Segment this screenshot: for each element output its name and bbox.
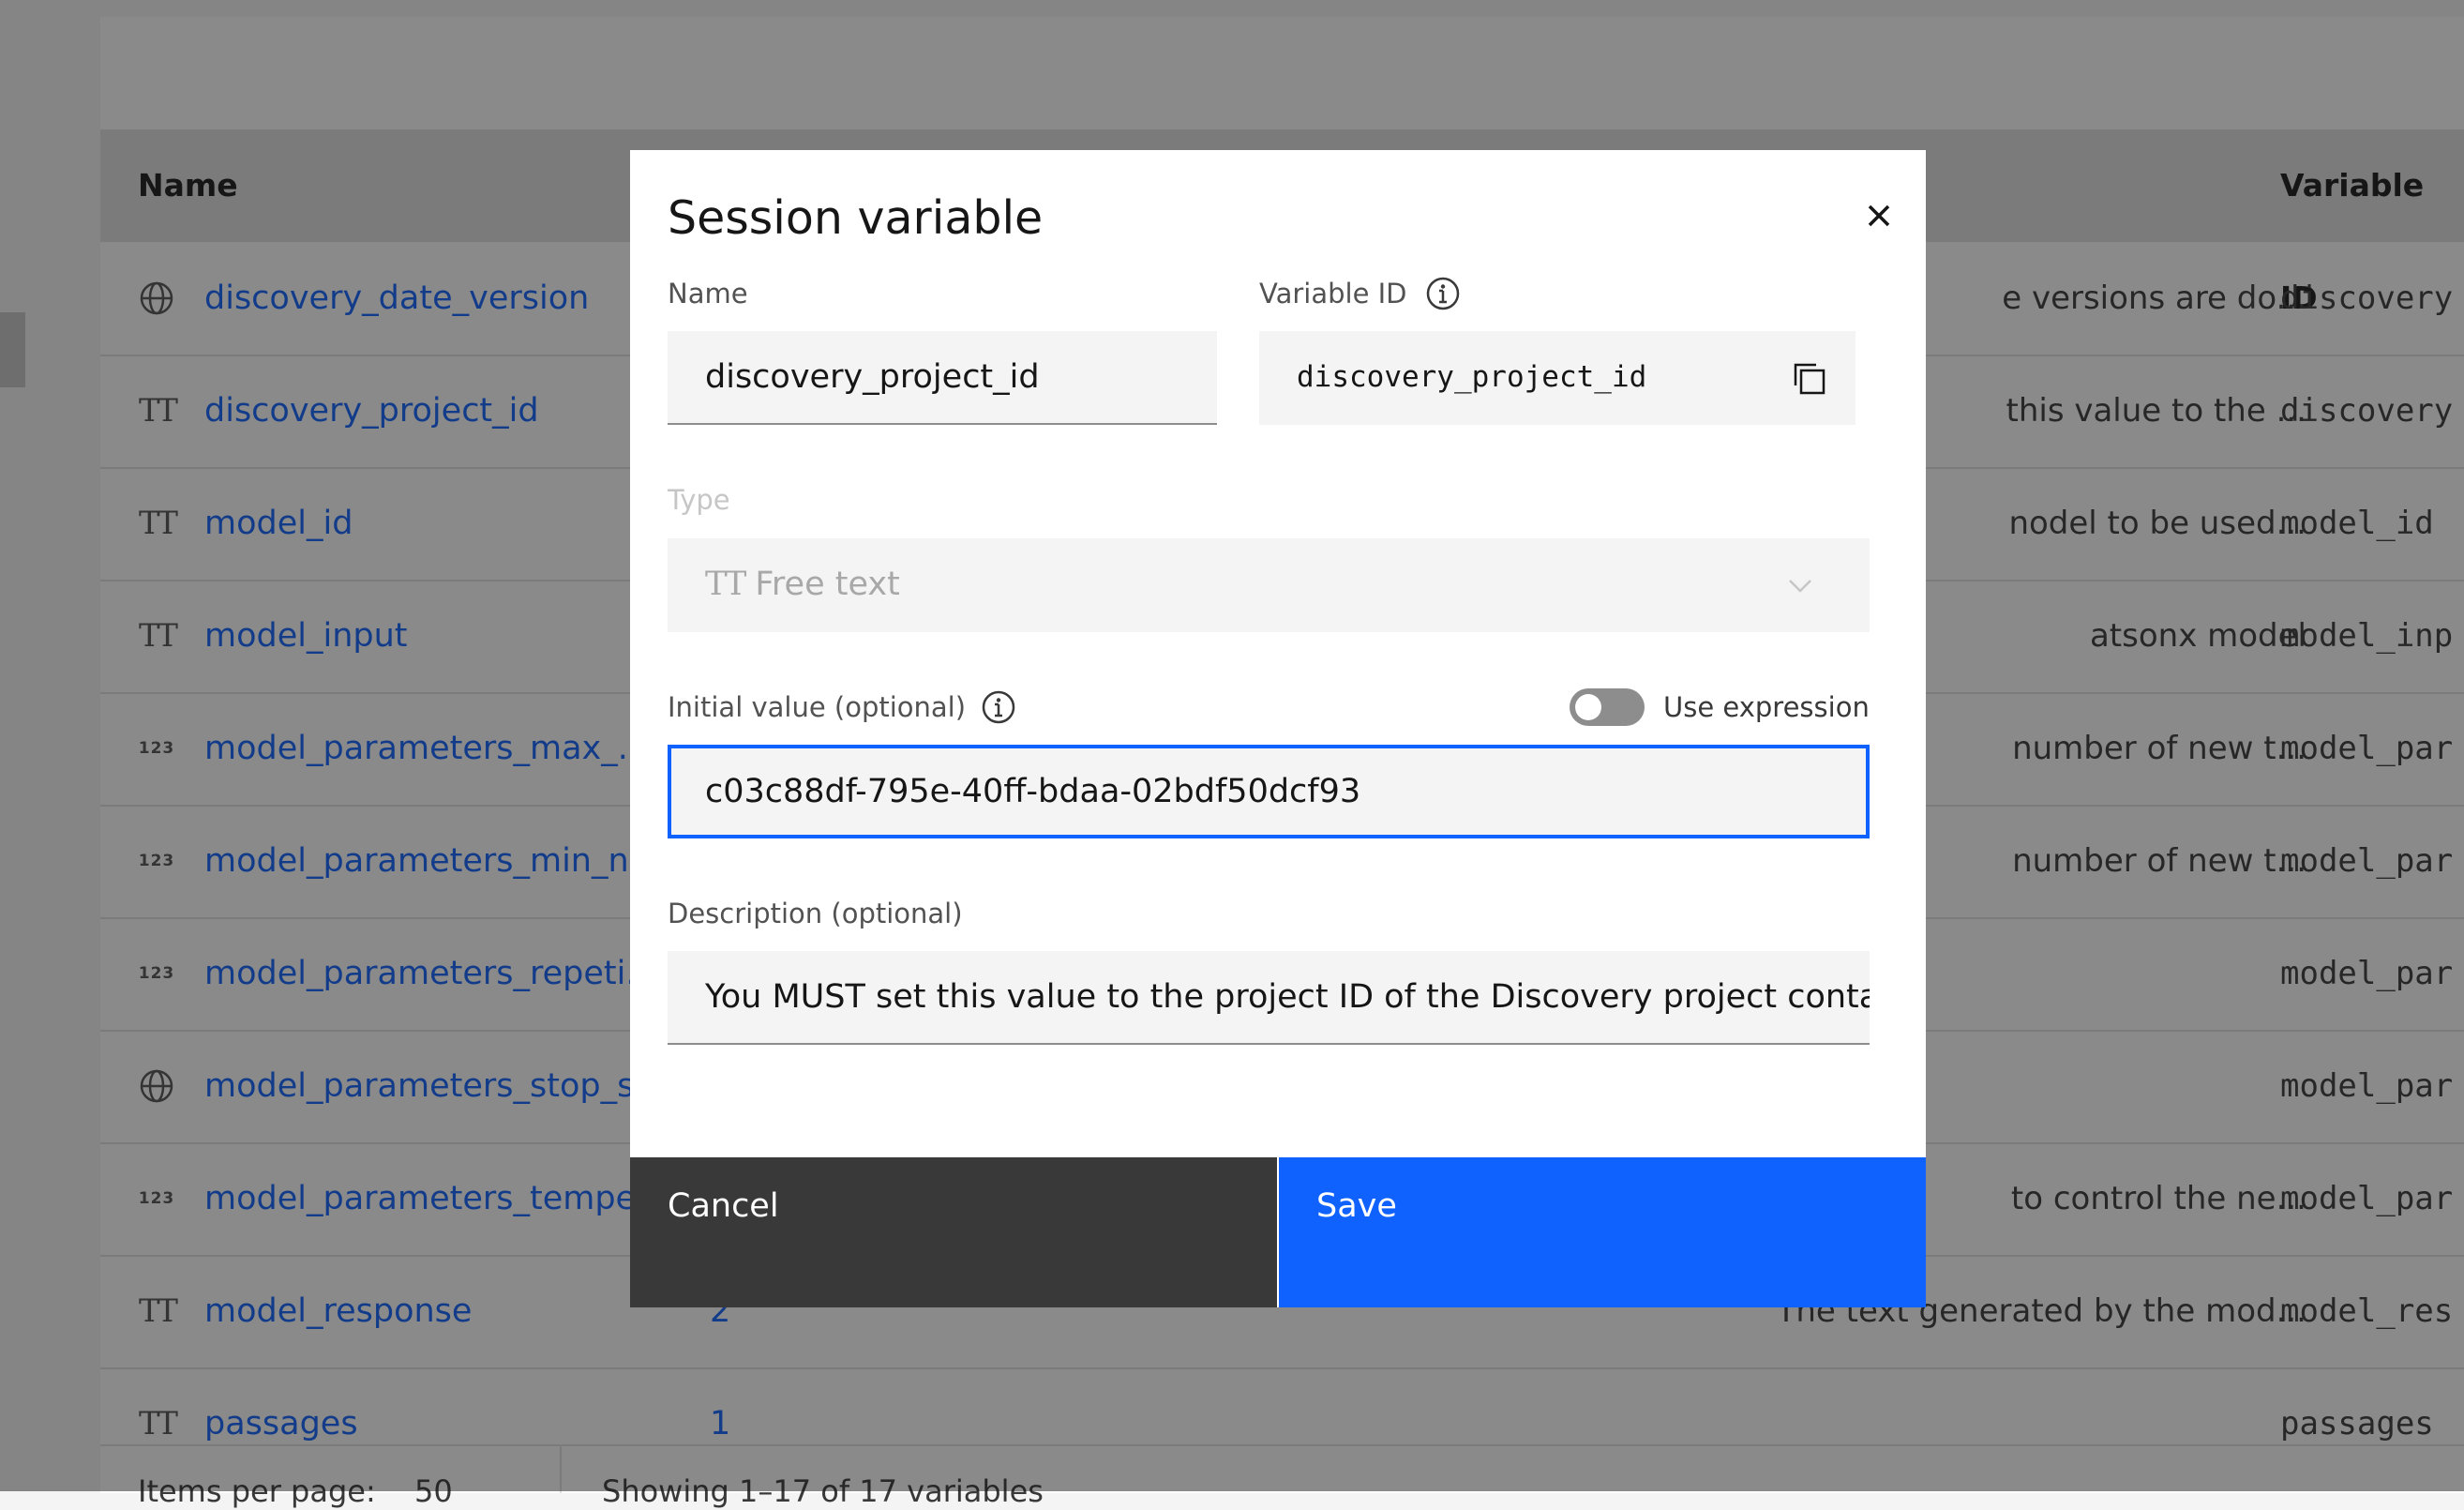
save-button[interactable]: Save <box>1279 1157 1926 1307</box>
use-expression-label: Use expression <box>1663 691 1870 723</box>
name-input-value: discovery_project_id <box>705 358 1040 396</box>
type-label: Type <box>668 484 730 516</box>
cancel-button[interactable]: Cancel <box>630 1157 1277 1307</box>
type-select-disabled: TT Free text <box>668 538 1870 632</box>
toggle-knob <box>1575 694 1601 720</box>
type-select-value: TT Free text <box>705 538 900 630</box>
variable-id-info-icon[interactable] <box>1425 276 1461 311</box>
text-type-icon: TT <box>705 566 746 603</box>
variable-id-value: discovery_project_id <box>1297 360 1647 394</box>
close-icon[interactable] <box>1849 186 1909 246</box>
name-label: Name <box>668 278 748 310</box>
variable-id-readonly-field: discovery_project_id <box>1259 331 1856 425</box>
initial-value-text: c03c88df-795e-40ff-bdaa-02bdf50dcf93 <box>705 773 1361 810</box>
description-input[interactable]: You MUST set this value to the project I… <box>668 951 1870 1045</box>
description-label: Description (optional) <box>668 898 963 929</box>
chevron-down-icon <box>1789 580 1811 593</box>
use-expression-toggle[interactable] <box>1570 688 1645 726</box>
variable-id-label: Variable ID <box>1259 278 1407 310</box>
initial-value-input[interactable]: c03c88df-795e-40ff-bdaa-02bdf50dcf93 <box>668 745 1870 838</box>
initial-value-info-icon[interactable] <box>981 689 1016 725</box>
copy-icon[interactable] <box>1790 359 1827 397</box>
name-input[interactable]: discovery_project_id <box>668 331 1217 425</box>
type-select-label: Free text <box>755 566 900 603</box>
initial-value-label: Initial value (optional) <box>668 691 967 723</box>
modal-title: Session variable <box>668 191 1044 245</box>
description-text: You MUST set this value to the project I… <box>705 978 1870 1016</box>
session-variable-modal: Session variable Name discovery_project_… <box>630 150 1926 1307</box>
